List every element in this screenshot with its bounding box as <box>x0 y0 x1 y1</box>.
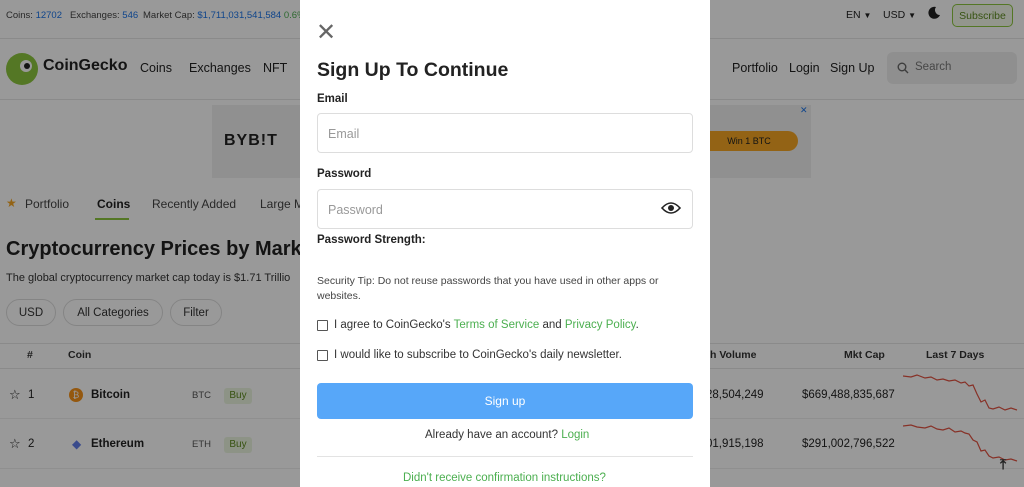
terms-of-service-link[interactable]: Terms of Service <box>454 319 540 331</box>
and-text: and <box>542 319 562 331</box>
confirmation-instructions-link[interactable]: Didn't receive confirmation instructions… <box>403 472 606 484</box>
modal-title: Sign Up To Continue <box>317 59 509 81</box>
modal-divider <box>317 456 693 457</box>
password-placeholder: Password <box>328 203 383 217</box>
privacy-policy-link[interactable]: Privacy Policy <box>565 319 636 331</box>
password-strength-label: Password Strength: <box>317 234 426 246</box>
login-link[interactable]: Login <box>561 429 589 441</box>
have-account-row: Already have an account? Login <box>425 429 589 441</box>
email-placeholder: Email <box>328 127 360 141</box>
newsletter-checkbox[interactable] <box>317 350 328 361</box>
email-field[interactable]: Email <box>317 113 693 153</box>
security-tip: Security Tip: Do not reuse passwords tha… <box>317 275 659 302</box>
period-text: . <box>635 319 639 331</box>
scroll-to-top-icon[interactable]: ⤒ <box>1000 456 1006 473</box>
password-field[interactable]: Password <box>317 189 693 229</box>
agree-prefix: I agree to CoinGecko's <box>334 319 451 331</box>
have-account-text: Already have an account? <box>425 429 558 441</box>
agree-terms-checkbox[interactable] <box>317 320 328 331</box>
close-icon[interactable]: ✕ <box>316 21 336 45</box>
email-label: Email <box>317 93 348 105</box>
eye-icon[interactable] <box>661 201 681 215</box>
password-label: Password <box>317 168 372 180</box>
sign-up-button[interactable]: Sign up <box>317 383 693 419</box>
agree-terms-text: I agree to CoinGecko's Terms of Service … <box>334 319 639 331</box>
newsletter-text: I would like to subscribe to CoinGecko's… <box>334 349 622 361</box>
